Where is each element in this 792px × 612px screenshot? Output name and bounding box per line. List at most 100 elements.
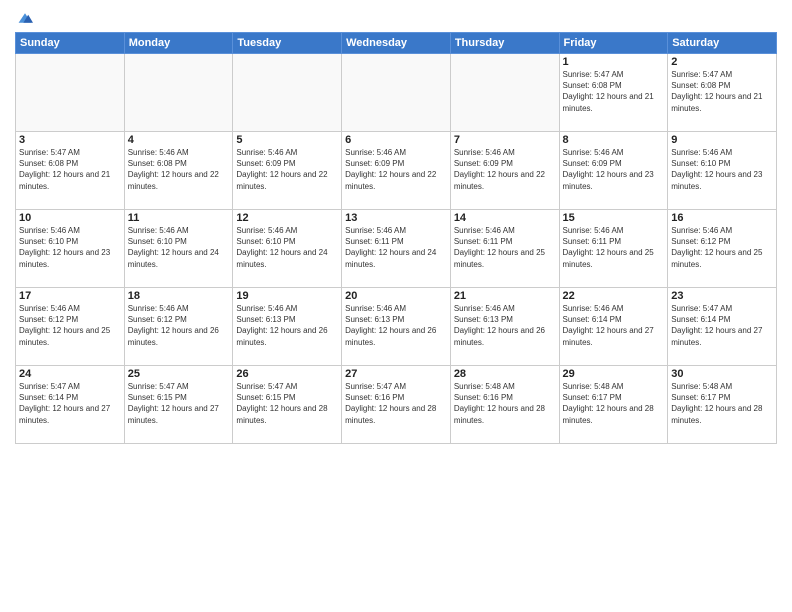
calendar-cell	[450, 54, 559, 132]
day-info: Sunrise: 5:47 AMSunset: 6:14 PMDaylight:…	[19, 381, 121, 426]
day-info: Sunrise: 5:46 AMSunset: 6:10 PMDaylight:…	[236, 225, 338, 270]
day-number: 13	[345, 212, 447, 224]
day-info: Sunrise: 5:46 AMSunset: 6:10 PMDaylight:…	[19, 225, 121, 270]
day-info: Sunrise: 5:48 AMSunset: 6:16 PMDaylight:…	[454, 381, 556, 426]
day-info: Sunrise: 5:46 AMSunset: 6:11 PMDaylight:…	[563, 225, 665, 270]
weekday-header-saturday: Saturday	[668, 33, 777, 54]
weekday-header-wednesday: Wednesday	[342, 33, 451, 54]
calendar-cell: 17Sunrise: 5:46 AMSunset: 6:12 PMDayligh…	[16, 288, 125, 366]
logo	[15, 10, 33, 26]
day-number: 24	[19, 368, 121, 380]
day-number: 8	[563, 134, 665, 146]
day-number: 1	[563, 56, 665, 68]
week-row-3: 10Sunrise: 5:46 AMSunset: 6:10 PMDayligh…	[16, 210, 777, 288]
day-info: Sunrise: 5:47 AMSunset: 6:08 PMDaylight:…	[671, 69, 773, 114]
day-info: Sunrise: 5:47 AMSunset: 6:08 PMDaylight:…	[19, 147, 121, 192]
day-info: Sunrise: 5:47 AMSunset: 6:08 PMDaylight:…	[563, 69, 665, 114]
calendar-cell: 25Sunrise: 5:47 AMSunset: 6:15 PMDayligh…	[124, 366, 233, 444]
day-number: 3	[19, 134, 121, 146]
calendar-cell: 7Sunrise: 5:46 AMSunset: 6:09 PMDaylight…	[450, 132, 559, 210]
week-row-1: 1Sunrise: 5:47 AMSunset: 6:08 PMDaylight…	[16, 54, 777, 132]
day-number: 21	[454, 290, 556, 302]
weekday-header-tuesday: Tuesday	[233, 33, 342, 54]
day-info: Sunrise: 5:46 AMSunset: 6:12 PMDaylight:…	[128, 303, 230, 348]
calendar-cell: 16Sunrise: 5:46 AMSunset: 6:12 PMDayligh…	[668, 210, 777, 288]
calendar-cell: 10Sunrise: 5:46 AMSunset: 6:10 PMDayligh…	[16, 210, 125, 288]
day-number: 9	[671, 134, 773, 146]
day-info: Sunrise: 5:46 AMSunset: 6:08 PMDaylight:…	[128, 147, 230, 192]
calendar-cell: 30Sunrise: 5:48 AMSunset: 6:17 PMDayligh…	[668, 366, 777, 444]
day-number: 2	[671, 56, 773, 68]
calendar-cell: 5Sunrise: 5:46 AMSunset: 6:09 PMDaylight…	[233, 132, 342, 210]
calendar-cell: 11Sunrise: 5:46 AMSunset: 6:10 PMDayligh…	[124, 210, 233, 288]
day-info: Sunrise: 5:47 AMSunset: 6:15 PMDaylight:…	[236, 381, 338, 426]
day-number: 20	[345, 290, 447, 302]
calendar-cell: 3Sunrise: 5:47 AMSunset: 6:08 PMDaylight…	[16, 132, 125, 210]
calendar-cell: 12Sunrise: 5:46 AMSunset: 6:10 PMDayligh…	[233, 210, 342, 288]
day-number: 6	[345, 134, 447, 146]
day-number: 25	[128, 368, 230, 380]
day-number: 30	[671, 368, 773, 380]
calendar-cell: 22Sunrise: 5:46 AMSunset: 6:14 PMDayligh…	[559, 288, 668, 366]
day-number: 19	[236, 290, 338, 302]
day-info: Sunrise: 5:46 AMSunset: 6:13 PMDaylight:…	[454, 303, 556, 348]
calendar-cell: 13Sunrise: 5:46 AMSunset: 6:11 PMDayligh…	[342, 210, 451, 288]
day-info: Sunrise: 5:46 AMSunset: 6:14 PMDaylight:…	[563, 303, 665, 348]
calendar-cell: 6Sunrise: 5:46 AMSunset: 6:09 PMDaylight…	[342, 132, 451, 210]
calendar-cell: 15Sunrise: 5:46 AMSunset: 6:11 PMDayligh…	[559, 210, 668, 288]
day-info: Sunrise: 5:46 AMSunset: 6:09 PMDaylight:…	[563, 147, 665, 192]
day-number: 27	[345, 368, 447, 380]
day-info: Sunrise: 5:48 AMSunset: 6:17 PMDaylight:…	[671, 381, 773, 426]
header	[15, 10, 777, 26]
day-info: Sunrise: 5:48 AMSunset: 6:17 PMDaylight:…	[563, 381, 665, 426]
calendar-cell	[124, 54, 233, 132]
day-number: 15	[563, 212, 665, 224]
weekday-header-monday: Monday	[124, 33, 233, 54]
day-number: 22	[563, 290, 665, 302]
day-number: 16	[671, 212, 773, 224]
calendar-cell: 4Sunrise: 5:46 AMSunset: 6:08 PMDaylight…	[124, 132, 233, 210]
calendar-cell: 24Sunrise: 5:47 AMSunset: 6:14 PMDayligh…	[16, 366, 125, 444]
day-number: 7	[454, 134, 556, 146]
calendar-cell: 26Sunrise: 5:47 AMSunset: 6:15 PMDayligh…	[233, 366, 342, 444]
day-number: 17	[19, 290, 121, 302]
weekday-header-friday: Friday	[559, 33, 668, 54]
day-info: Sunrise: 5:46 AMSunset: 6:11 PMDaylight:…	[345, 225, 447, 270]
day-number: 5	[236, 134, 338, 146]
day-info: Sunrise: 5:46 AMSunset: 6:12 PMDaylight:…	[19, 303, 121, 348]
day-info: Sunrise: 5:47 AMSunset: 6:16 PMDaylight:…	[345, 381, 447, 426]
calendar-cell: 8Sunrise: 5:46 AMSunset: 6:09 PMDaylight…	[559, 132, 668, 210]
day-info: Sunrise: 5:46 AMSunset: 6:09 PMDaylight:…	[454, 147, 556, 192]
calendar-cell: 18Sunrise: 5:46 AMSunset: 6:12 PMDayligh…	[124, 288, 233, 366]
day-info: Sunrise: 5:46 AMSunset: 6:09 PMDaylight:…	[236, 147, 338, 192]
day-number: 28	[454, 368, 556, 380]
calendar-cell: 29Sunrise: 5:48 AMSunset: 6:17 PMDayligh…	[559, 366, 668, 444]
day-number: 18	[128, 290, 230, 302]
calendar-cell: 1Sunrise: 5:47 AMSunset: 6:08 PMDaylight…	[559, 54, 668, 132]
calendar-header-row: SundayMondayTuesdayWednesdayThursdayFrid…	[16, 33, 777, 54]
day-number: 14	[454, 212, 556, 224]
calendar-cell: 19Sunrise: 5:46 AMSunset: 6:13 PMDayligh…	[233, 288, 342, 366]
day-info: Sunrise: 5:46 AMSunset: 6:13 PMDaylight:…	[345, 303, 447, 348]
day-info: Sunrise: 5:46 AMSunset: 6:11 PMDaylight:…	[454, 225, 556, 270]
page: SundayMondayTuesdayWednesdayThursdayFrid…	[0, 0, 792, 612]
calendar-cell	[16, 54, 125, 132]
weekday-header-thursday: Thursday	[450, 33, 559, 54]
day-number: 29	[563, 368, 665, 380]
day-number: 26	[236, 368, 338, 380]
calendar-cell	[342, 54, 451, 132]
calendar-cell: 9Sunrise: 5:46 AMSunset: 6:10 PMDaylight…	[668, 132, 777, 210]
calendar-cell: 2Sunrise: 5:47 AMSunset: 6:08 PMDaylight…	[668, 54, 777, 132]
calendar-cell: 21Sunrise: 5:46 AMSunset: 6:13 PMDayligh…	[450, 288, 559, 366]
day-info: Sunrise: 5:46 AMSunset: 6:10 PMDaylight:…	[671, 147, 773, 192]
calendar-cell	[233, 54, 342, 132]
calendar-cell: 23Sunrise: 5:47 AMSunset: 6:14 PMDayligh…	[668, 288, 777, 366]
day-info: Sunrise: 5:47 AMSunset: 6:14 PMDaylight:…	[671, 303, 773, 348]
week-row-5: 24Sunrise: 5:47 AMSunset: 6:14 PMDayligh…	[16, 366, 777, 444]
day-number: 4	[128, 134, 230, 146]
weekday-header-sunday: Sunday	[16, 33, 125, 54]
day-number: 11	[128, 212, 230, 224]
day-info: Sunrise: 5:46 AMSunset: 6:13 PMDaylight:…	[236, 303, 338, 348]
calendar-cell: 27Sunrise: 5:47 AMSunset: 6:16 PMDayligh…	[342, 366, 451, 444]
calendar-cell: 14Sunrise: 5:46 AMSunset: 6:11 PMDayligh…	[450, 210, 559, 288]
